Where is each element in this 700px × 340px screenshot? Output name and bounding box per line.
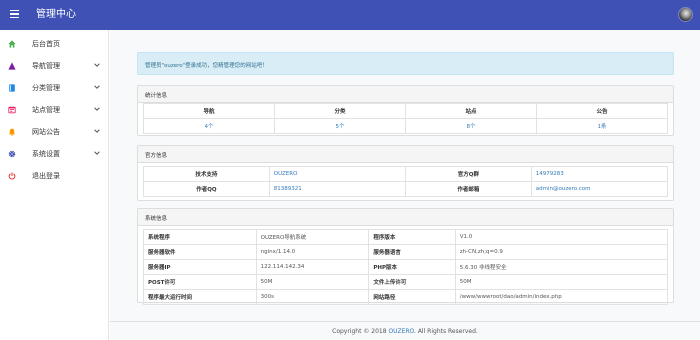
sidebar-item-label: 退出登录 [32, 172, 60, 180]
info-value: 50M [255, 274, 370, 290]
info-label: 文件上传许可 [368, 274, 456, 290]
info-label: 程序最大运行时间 [143, 289, 257, 305]
sidebar-item-label: 站点管理 [32, 106, 60, 114]
info-value: 50M [454, 274, 669, 290]
info-value: OUZERO导航系统 [255, 229, 370, 245]
info-value: zh-CN,zh;q=0.9 [454, 244, 669, 260]
system-info-table: 系统程序 OUZERO导航系统 程序版本 V1.0 服务器软件 nginx/1.… [143, 229, 669, 305]
info-label: POST许可 [143, 274, 257, 290]
info-label: 技术支持 [143, 166, 270, 182]
sidebar-item-home[interactable]: 后台首页 [0, 33, 108, 55]
info-label: 服务器IP [143, 259, 257, 275]
sidebar: 后台首页 导航管理 分类管理 站点管理 网站公告 系统设置 退出登录 [0, 30, 109, 340]
app-title: 管理中心 [36, 9, 76, 20]
info-label: 作者邮箱 [404, 181, 532, 197]
sidebar-item-notice[interactable]: 网站公告 [0, 121, 108, 143]
sidebar-item-site[interactable]: 站点管理 [0, 99, 108, 121]
hamburger-menu-icon[interactable] [10, 10, 19, 19]
official-info-table: 技术支持 OUZERO 官方Q群 14979283 作者QQ 81389321 … [143, 166, 669, 197]
info-value-link[interactable]: 14979283 [530, 166, 669, 182]
stats-header: 站点 [405, 103, 537, 119]
stats-table: 导航 分类 站点 公告 4个 5个 8个 1条 [143, 103, 668, 134]
sidebar-item-label: 网站公告 [32, 128, 60, 136]
stats-panel: 统计信息 导航 分类 站点 公告 4个 5个 8个 1条 [137, 85, 674, 136]
stats-value[interactable]: 4个 [143, 118, 275, 134]
chevron-down-icon [94, 151, 100, 155]
footer-brand-link[interactable]: OUZERO [388, 328, 414, 335]
main-content: 管理员"ouzero"登录成功，您精管理您的网站吧！ 统计信息 导航 分类 站点… [110, 30, 700, 340]
stats-header: 分类 [274, 103, 406, 119]
top-bar: 管理中心 [0, 0, 700, 30]
gear-icon [8, 150, 16, 158]
info-label: 服务器软件 [143, 244, 257, 260]
sidebar-item-label: 后台首页 [32, 40, 60, 48]
sidebar-item-category[interactable]: 分类管理 [0, 77, 108, 99]
alert-text: 管理员"ouzero"登录成功，您精管理您的网站吧！ [145, 63, 268, 69]
info-value-link[interactable]: OUZERO [268, 166, 406, 182]
stats-header: 导航 [143, 103, 275, 119]
info-value: 122.114.142.34 [255, 259, 370, 275]
stats-value[interactable]: 5个 [274, 118, 406, 134]
stats-value[interactable]: 8个 [405, 118, 537, 134]
info-label: 程序版本 [368, 229, 456, 245]
info-label: 作者QQ [143, 181, 270, 197]
chevron-down-icon [94, 129, 100, 133]
panel-title: 统计信息 [145, 93, 168, 99]
power-icon [8, 172, 16, 180]
info-value: 300s [255, 289, 370, 305]
info-label: 网站路径 [368, 289, 456, 305]
info-value: 5.6.30 非线程安全 [454, 259, 669, 275]
sidebar-item-label: 系统设置 [32, 150, 60, 158]
info-label: 服务器语言 [368, 244, 456, 260]
stats-header: 公告 [536, 103, 668, 119]
footer-copyright: Copyright © 2018 [332, 328, 389, 335]
system-info-panel: 系统信息 系统程序 OUZERO导航系统 程序版本 V1.0 服务器软件 ngi… [137, 208, 674, 305]
triangle-icon [8, 62, 16, 70]
sidebar-item-logout[interactable]: 退出登录 [0, 165, 108, 187]
panel-title: 系统信息 [145, 216, 168, 222]
official-info-panel: 官方信息 技术支持 OUZERO 官方Q群 14979283 作者QQ 8138… [137, 145, 674, 201]
sidebar-item-nav[interactable]: 导航管理 [0, 55, 108, 77]
info-label: 系统程序 [143, 229, 257, 245]
chevron-down-icon [94, 107, 100, 111]
info-value: nginx/1.14.0 [255, 244, 370, 260]
home-icon [8, 40, 16, 48]
info-value: /www/wwwroot/dao/admin/index.php [454, 289, 669, 305]
book-icon [9, 84, 15, 92]
sidebar-item-settings[interactable]: 系统设置 [0, 143, 108, 165]
stats-value[interactable]: 1条 [536, 118, 668, 134]
login-success-alert: 管理员"ouzero"登录成功，您精管理您的网站吧！ [137, 52, 674, 75]
panel-title: 官方信息 [145, 153, 168, 159]
footer-rights: . All Rights Reserved. [414, 328, 478, 335]
footer: Copyright © 2018 OUZERO. All Rights Rese… [110, 321, 700, 340]
window-icon [8, 106, 16, 114]
bell-icon [8, 128, 16, 136]
info-value-link[interactable]: 81389321 [268, 181, 406, 197]
chevron-down-icon [94, 63, 100, 67]
user-avatar[interactable] [678, 7, 693, 22]
info-label: 官方Q群 [404, 166, 532, 182]
sidebar-item-label: 导航管理 [32, 62, 60, 70]
info-label: PHP版本 [368, 259, 456, 275]
info-value-link[interactable]: admin@ouzero.com [530, 181, 669, 197]
info-value: V1.0 [454, 229, 669, 245]
chevron-down-icon [94, 85, 100, 89]
sidebar-item-label: 分类管理 [32, 84, 60, 92]
